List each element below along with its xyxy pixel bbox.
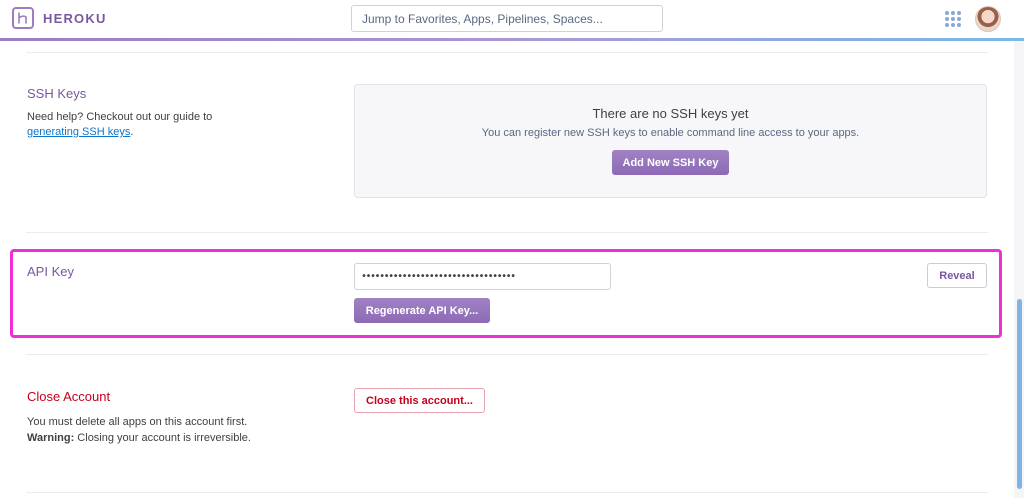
- brand-name: HEROKU: [43, 10, 107, 26]
- warning-label: Warning:: [27, 432, 75, 444]
- add-ssh-key-button[interactable]: Add New SSH Key: [612, 150, 729, 175]
- close-account-description: You must delete all apps on this account…: [27, 414, 327, 446]
- apps-grid-icon[interactable]: [945, 11, 961, 27]
- generating-ssh-keys-link[interactable]: generating SSH keys: [27, 126, 130, 138]
- ssh-keys-title: SSH Keys: [27, 86, 87, 101]
- api-key-title: API Key: [27, 264, 74, 279]
- warning-text: Closing your account is irreversible.: [74, 432, 251, 444]
- ssh-keys-empty-state: There are no SSH keys yet You can regist…: [354, 84, 987, 198]
- close-account-button[interactable]: Close this account...: [354, 388, 485, 413]
- api-key-field[interactable]: [354, 263, 611, 290]
- reveal-api-key-button[interactable]: Reveal: [927, 263, 987, 288]
- avatar[interactable]: [975, 6, 1001, 32]
- close-account-requirement: You must delete all apps on this account…: [27, 416, 248, 428]
- close-account-warning: Warning: Closing your account is irrever…: [27, 430, 327, 446]
- heroku-logo-icon: [12, 7, 34, 29]
- close-account-title: Close Account: [27, 389, 111, 404]
- section-divider: [26, 354, 988, 355]
- section-divider: [26, 232, 988, 233]
- regenerate-api-key-button[interactable]: Regenerate API Key...: [354, 298, 490, 323]
- heroku-logo[interactable]: HEROKU: [12, 7, 107, 29]
- empty-state-subtitle: You can register new SSH keys to enable …: [481, 127, 860, 139]
- top-nav-bar: HEROKU: [0, 0, 1024, 38]
- scrollbar-thumb[interactable]: [1017, 299, 1022, 489]
- search-input[interactable]: [351, 5, 663, 32]
- help-prefix: Need help? Checkout out our guide to: [27, 111, 213, 123]
- section-divider: [26, 52, 988, 53]
- page-scrollbar[interactable]: [1014, 41, 1024, 498]
- header-accent-line: [0, 38, 1024, 41]
- help-suffix: .: [130, 126, 134, 138]
- ssh-keys-help-text: Need help? Checkout out our guide to gen…: [27, 110, 267, 140]
- section-divider: [26, 492, 988, 493]
- empty-state-title: There are no SSH keys yet: [592, 106, 749, 121]
